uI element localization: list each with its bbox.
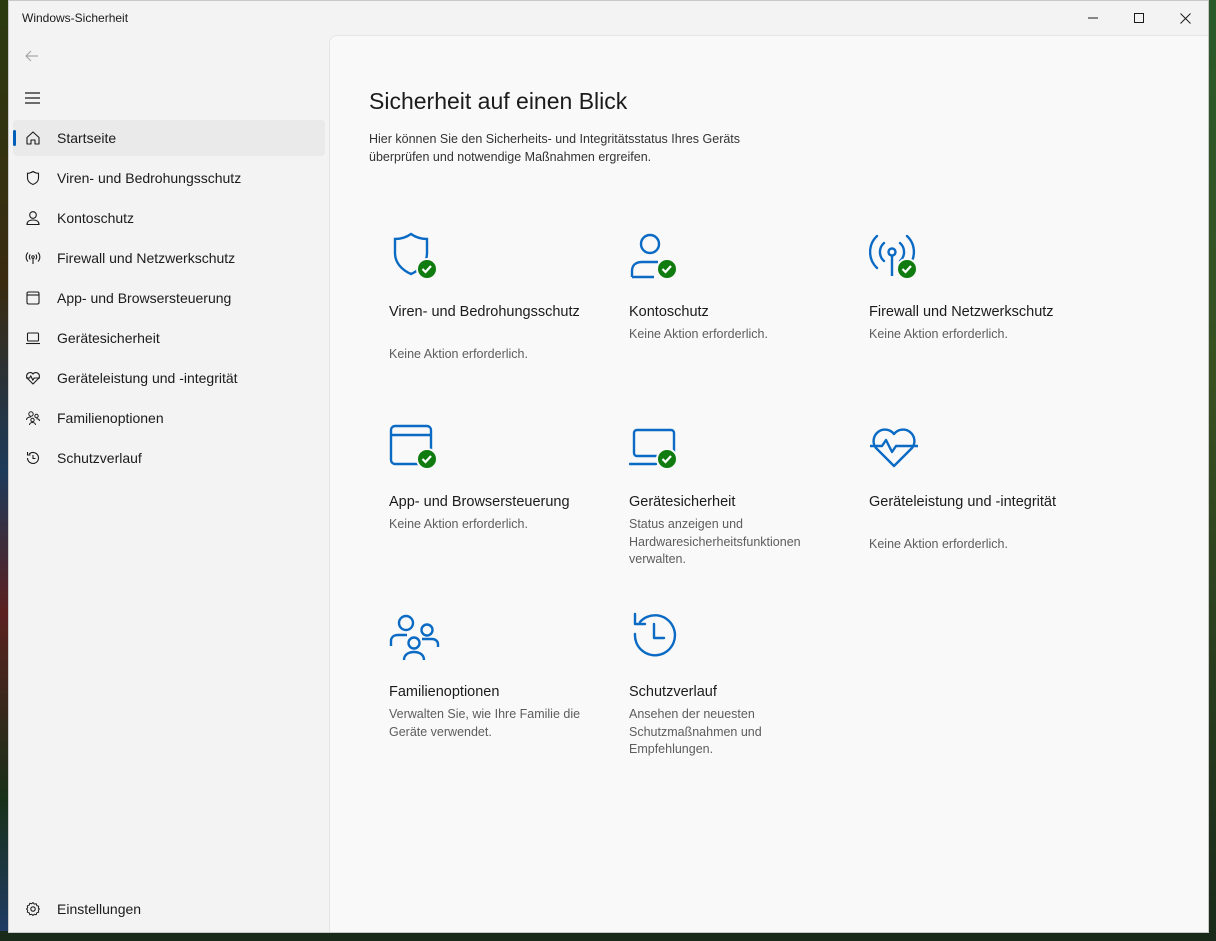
tile-subtitle: Keine Aktion erforderlich.	[629, 327, 768, 341]
tile-title: Gerätesicherheit	[629, 494, 736, 510]
sidebar-item-geraetesicherheit[interactable]: Gerätesicherheit	[13, 320, 325, 356]
sidebar-nav: Startseite Viren- und Bedrohungsschutz K…	[13, 120, 325, 480]
sidebar-item-kontoschutz[interactable]: Kontoschutz	[13, 200, 325, 236]
tile-schutzverlauf[interactable]: Schutzverlauf Ansehen der neuesten Schut…	[609, 592, 841, 772]
minimize-button[interactable]	[1070, 1, 1116, 35]
sidebar-item-familienoptionen[interactable]: Familienoptionen	[13, 400, 325, 436]
sidebar-item-startseite[interactable]: Startseite	[13, 120, 325, 156]
sidebar: Startseite Viren- und Bedrohungsschutz K…	[9, 35, 329, 932]
gear-icon	[24, 900, 42, 918]
minimize-icon	[1088, 17, 1098, 19]
laptop-check-icon	[628, 422, 681, 474]
tile-subtitle: Keine Aktion erforderlich.	[389, 347, 528, 361]
tile-subtitle: Keine Aktion erforderlich.	[869, 327, 1008, 341]
tile-subtitle: Status anzeigen und Hardwaresicherheitsf…	[629, 517, 801, 566]
tile-app-browser[interactable]: App- und Browsersteuerung Keine Aktion e…	[369, 402, 601, 582]
sidebar-item-firewall[interactable]: Firewall und Netzwerkschutz	[13, 240, 325, 276]
sidebar-item-label: Geräteleistung und -integrität	[57, 370, 238, 386]
heart-pulse-icon	[869, 422, 921, 474]
family-icon	[24, 409, 42, 427]
shield-icon	[24, 169, 42, 187]
sidebar-item-label: App- und Browsersteuerung	[57, 290, 232, 306]
title-bar[interactable]: Windows-Sicherheit	[9, 1, 1208, 35]
tile-subtitle: Keine Aktion erforderlich.	[869, 537, 1008, 551]
antenna-check-icon	[868, 232, 921, 284]
sidebar-item-label: Kontoschutz	[57, 210, 135, 226]
tile-virenschutz[interactable]: Viren- und Bedrohungsschutz Keine Aktion…	[369, 212, 601, 392]
app-window-icon	[24, 289, 42, 307]
tile-title: Schutzverlauf	[629, 684, 717, 700]
person-check-icon	[629, 232, 681, 284]
tile-geraetesicherheit[interactable]: Gerätesicherheit Status anzeigen und Har…	[609, 402, 841, 582]
maximize-button[interactable]	[1116, 1, 1162, 35]
maximize-icon	[1134, 13, 1144, 23]
history-icon	[629, 612, 681, 664]
settings-button[interactable]: Einstellungen	[13, 891, 325, 927]
tile-title: Firewall und Netzwerkschutz	[869, 304, 1054, 320]
sidebar-item-label: Viren- und Bedrohungsschutz	[57, 170, 242, 186]
heart-pulse-icon	[24, 369, 42, 387]
hamburger-menu-button[interactable]	[21, 87, 43, 109]
app-window: Windows-Sicherheit Startseite Viren- und…	[8, 0, 1209, 933]
tile-title: Familienoptionen	[389, 684, 500, 700]
settings-label: Einstellungen	[57, 901, 142, 917]
window-controls	[1070, 1, 1208, 35]
close-button[interactable]	[1162, 1, 1208, 35]
tile-kontoschutz[interactable]: Kontoschutz Keine Aktion erforderlich.	[609, 212, 841, 392]
sidebar-item-schutzverlauf[interactable]: Schutzverlauf	[13, 440, 325, 476]
page-title: Sicherheit auf einen Blick	[369, 88, 628, 114]
sidebar-item-geraeteleistung[interactable]: Geräteleistung und -integrität	[13, 360, 325, 396]
window-title: Windows-Sicherheit	[22, 11, 129, 25]
sidebar-item-label: Firewall und Netzwerkschutz	[57, 250, 236, 266]
tile-subtitle: Ansehen der neuesten Schutzmaßnahmen und…	[629, 707, 762, 756]
page-description: Hier können Sie den Sicherheits- und Int…	[369, 132, 741, 164]
back-button[interactable]	[21, 45, 43, 67]
tile-subtitle: Verwalten Sie, wie Ihre Familie die Gerä…	[389, 707, 581, 739]
sidebar-item-virenschutz[interactable]: Viren- und Bedrohungsschutz	[13, 160, 325, 196]
tile-title: Geräteleistung und -integrität	[869, 494, 1056, 510]
tile-title: Kontoschutz	[629, 304, 709, 320]
hamburger-icon	[24, 92, 40, 104]
sidebar-item-label: Startseite	[57, 130, 117, 146]
app-window-check-icon	[389, 422, 441, 474]
shield-check-icon	[389, 232, 441, 284]
tile-firewall[interactable]: Firewall und Netzwerkschutz Keine Aktion…	[849, 212, 1081, 392]
laptop-icon	[24, 329, 42, 347]
tile-title: Viren- und Bedrohungsschutz	[389, 304, 580, 320]
tile-geraeteleistung[interactable]: Geräteleistung und -integrität Keine Akt…	[849, 402, 1081, 582]
tile-familienoptionen[interactable]: Familienoptionen Verwalten Sie, wie Ihre…	[369, 592, 601, 772]
home-icon	[24, 129, 42, 147]
tile-subtitle: Keine Aktion erforderlich.	[389, 517, 528, 531]
history-icon	[24, 449, 42, 467]
antenna-icon	[24, 249, 42, 267]
sidebar-item-label: Schutzverlauf	[57, 450, 142, 466]
sidebar-item-label: Familienoptionen	[57, 410, 164, 426]
tile-title: App- und Browsersteuerung	[389, 494, 570, 510]
close-icon	[1179, 12, 1191, 24]
sidebar-item-label: Gerätesicherheit	[57, 330, 160, 346]
person-icon	[24, 209, 42, 227]
sidebar-item-app-browser[interactable]: App- und Browsersteuerung	[13, 280, 325, 316]
back-arrow-icon	[25, 50, 38, 62]
family-icon	[389, 612, 441, 664]
main-content: Sicherheit auf einen Blick Hier können S…	[329, 35, 1208, 932]
